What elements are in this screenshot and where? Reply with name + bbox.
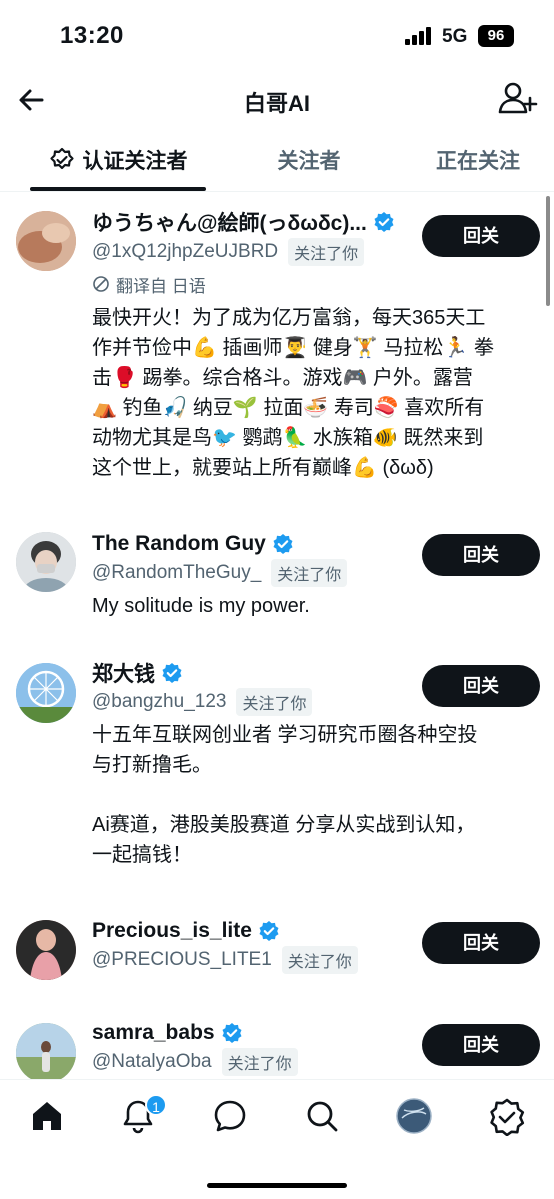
user-handle: @bangzhu_123 [92,691,227,712]
search-icon[interactable] [302,1096,342,1136]
verified-badge-icon [374,212,394,232]
status-bar: 13:20 5G 96 [0,0,554,72]
verified-badge-icon [162,663,182,683]
tab-label: 关注者 [277,150,341,173]
user-name[interactable]: 郑大钱 [92,658,155,688]
verified-badge-icon [259,921,279,941]
list-item[interactable]: ゆうちゃん@絵師(っδωδc)... @1xQ12jhpZeUJBRD 关注了你… [0,193,554,513]
follow-back-button[interactable]: 回关 [422,665,540,707]
tab-verified-followers[interactable]: 认证关注者 [20,128,216,192]
handle-row: @1xQ12jhpZeUJBRD 关注了你 [92,238,365,266]
tab-following[interactable]: 正在关注 [402,128,554,192]
name-row: The Random Guy [92,529,412,559]
follower-list[interactable]: ゆうちゃん@絵師(っδωδc)... @1xQ12jhpZeUJBRD 关注了你… [0,193,554,1079]
follows-you-badge: 关注了你 [281,946,358,974]
verified-badge-icon [273,534,293,554]
page-title: 白哥AI [243,91,310,116]
handle-row: @RandomTheGuy_ 关注了你 [92,559,348,587]
user-name[interactable]: The Random Guy [92,532,266,556]
bottom-nav: 1 [0,1079,554,1199]
notification-count-badge: 1 [145,1094,167,1116]
verified-icon[interactable] [487,1096,527,1137]
handle-row: @bangzhu_123 关注了你 [92,688,313,716]
user-bio: My solitude is my power. [92,595,310,617]
user-bio: 最快开火！为了成为亿万富翁，每天365天工 作并节俭中💪 插画师👨‍🎓 健身🏋 … [92,307,494,479]
add-user-icon[interactable] [496,78,538,120]
follow-back-button[interactable]: 回关 [422,215,540,257]
user-name[interactable]: samra_babs [92,1021,215,1045]
tab-label: 认证关注者 [82,150,188,173]
follows-you-badge: 关注了你 [236,688,313,716]
user-handle: @PRECIOUS_LITE1 [92,949,272,970]
signal-icon [405,27,435,45]
user-name[interactable]: Precious_is_lite [92,919,252,943]
follows-you-badge: 关注了你 [271,559,348,587]
name-row: 郑大钱 [92,658,412,688]
handle-row: @PRECIOUS_LITE1 关注了你 [92,946,358,974]
follows-you-badge: 关注了你 [221,1048,298,1076]
name-row: samra_babs [92,1018,412,1048]
avatar[interactable] [16,920,76,980]
list-item[interactable]: samra_babs @NatalyaOba 关注了你 回关 [0,1013,554,1079]
user-handle: @NatalyaOba [92,1051,212,1072]
translate-label: 翻译自 日语 [116,276,206,296]
translate-note[interactable]: 翻译自 日语 [92,271,206,297]
user-handle: @1xQ12jhpZeUJBRD [92,241,279,262]
scrollbar[interactable] [546,196,550,306]
list-item[interactable]: Precious_is_lite @PRECIOUS_LITE1 关注了你 回关 [0,909,554,1009]
battery-icon: 96 [478,25,514,47]
follow-back-button[interactable]: 回关 [422,534,540,576]
network-type: 5G [442,26,468,47]
name-row: ゆうちゃん@絵師(っδωδc)... [92,207,412,237]
verified-check-icon [49,147,74,170]
tab-followers[interactable]: 关注者 [216,128,402,192]
handle-row: @NatalyaOba 关注了你 [92,1048,298,1076]
verified-badge-icon [222,1023,242,1043]
user-bio: 十五年互联网创业者 学习研究币圈各种空投 与打新撸毛。 Ai赛道，港股美股赛道 … [92,724,478,866]
user-name[interactable]: ゆうちゃん@絵師(っδωδc)... [92,207,367,237]
tab-bar: 认证关注者 关注者 正在关注 [0,128,554,192]
avatar[interactable] [16,211,76,271]
avatar[interactable] [16,532,76,592]
follow-back-button[interactable]: 回关 [422,1024,540,1066]
list-item[interactable]: The Random Guy @RandomTheGuy_ 关注了你 My so… [0,518,554,643]
tab-label: 正在关注 [436,150,520,173]
user-handle: @RandomTheGuy_ [92,562,262,583]
follows-you-badge: 关注了你 [288,238,365,266]
avatar[interactable] [16,663,76,723]
avatar[interactable] [16,1023,76,1079]
tab-active-indicator [30,187,206,191]
nav-header: 白哥AI [0,72,554,128]
name-row: Precious_is_lite [92,916,412,946]
status-time: 13:20 [60,22,124,49]
list-item[interactable]: 郑大钱 @bangzhu_123 关注了你 十五年互联网创业者 学习研究币圈各种… [0,651,554,901]
home-icon[interactable] [27,1096,67,1136]
grok-icon[interactable] [394,1096,434,1136]
home-indicator [207,1183,347,1188]
translate-icon [93,276,109,292]
messages-icon[interactable] [210,1096,250,1136]
follow-back-button[interactable]: 回关 [422,922,540,964]
